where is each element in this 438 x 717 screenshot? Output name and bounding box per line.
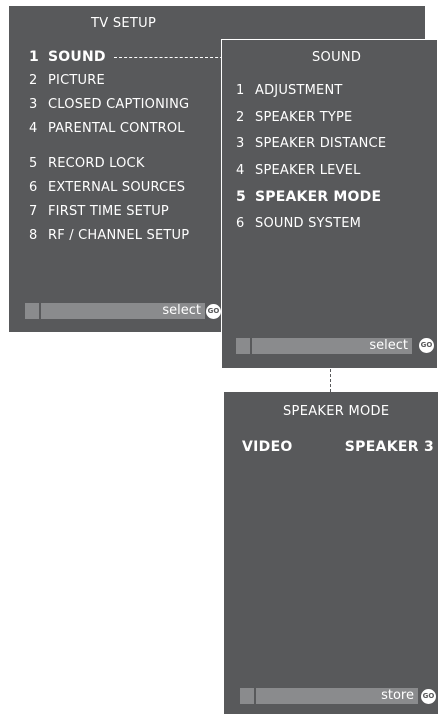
menu-item-external-sources[interactable]: 6 EXTERNAL SOURCES [29,180,185,195]
menu-item-speaker-mode[interactable]: 5 SPEAKER MODE [236,189,381,205]
status-bar: select [236,338,412,354]
status-bar: select [25,303,205,319]
menu-title: TV SETUP [91,16,157,31]
menu-item-speaker-level[interactable]: 4 SPEAKER LEVEL [236,163,361,178]
menu-item-adjustment[interactable]: 1 ADJUSTMENT [236,83,343,98]
menu-item-speaker-type[interactable]: 2 SPEAKER TYPE [236,110,352,125]
sound-menu: SOUND 1 ADJUSTMENT 2 SPEAKER TYPE 3 SPEAKER… [221,39,438,369]
source-label: VIDEO [242,439,293,455]
menu-title: SOUND [312,50,362,65]
speaker-mode-menu: SPEAKER MODE VIDEO SPEAKER 3 store GO [224,392,438,714]
menu-title: SPEAKER MODE [283,404,390,419]
menu-item-rf-channel-setup[interactable]: 8 RF / CHANNEL SETUP [29,228,189,243]
go-button[interactable]: GO [421,689,436,704]
go-button[interactable]: GO [419,338,434,353]
menu-item-first-time-setup[interactable]: 7 FIRST TIME SETUP [29,204,169,219]
menu-item-sound-system[interactable]: 6 SOUND SYSTEM [236,216,361,231]
go-button[interactable]: GO [206,304,221,319]
menu-item-closed-captioning[interactable]: 3 CLOSED CAPTIONING [29,97,189,112]
menu-item-parental-control[interactable]: 4 PARENTAL CONTROL [29,121,185,136]
select-hint: select [369,338,408,353]
speaker-mode-value[interactable]: SPEAKER 3 [345,439,434,455]
menu-item-sound[interactable]: 1 SOUND [29,49,106,65]
menu-item-picture[interactable]: 2 PICTURE [29,73,105,88]
connector-line [330,369,331,392]
select-hint: select [162,303,201,318]
status-bar: store [240,688,418,704]
menu-item-record-lock[interactable]: 5 RECORD LOCK [29,156,145,171]
store-hint: store [381,688,414,703]
menu-item-speaker-distance[interactable]: 3 SPEAKER DISTANCE [236,136,386,151]
